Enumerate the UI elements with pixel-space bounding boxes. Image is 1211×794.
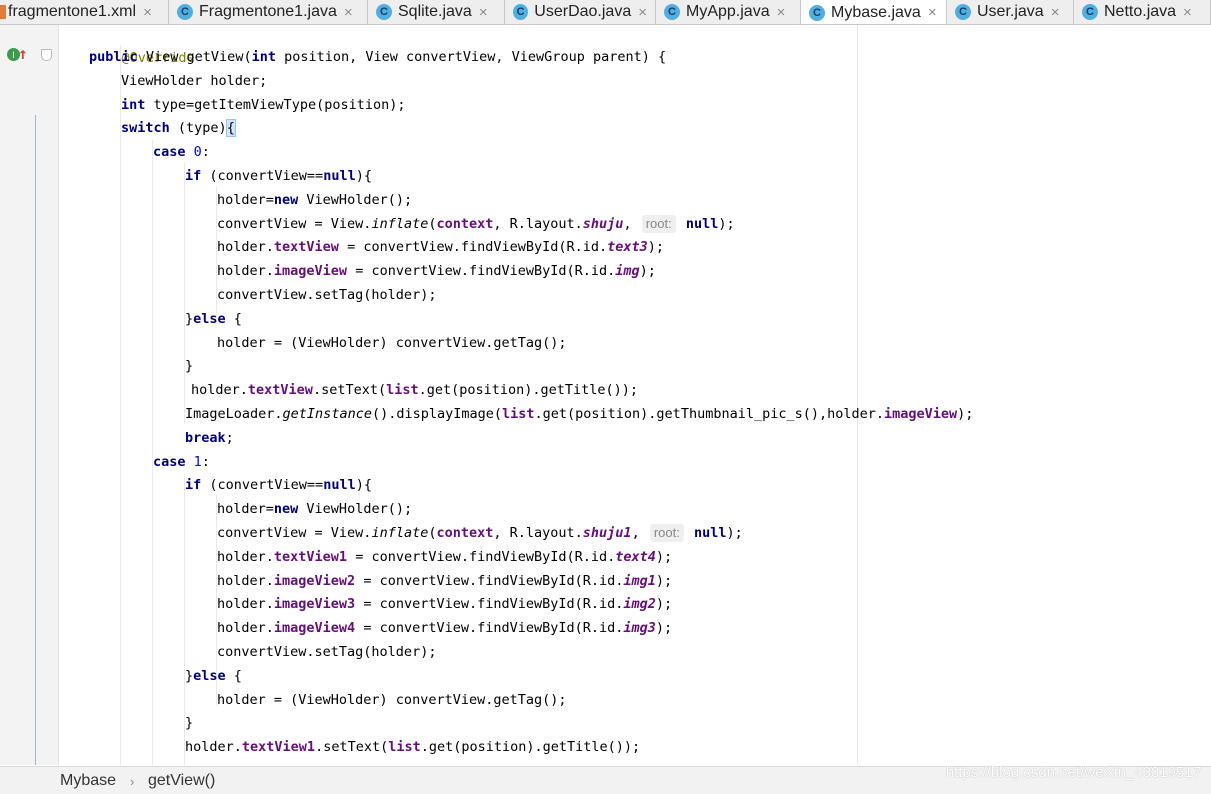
code-line[interactable]: break;: [185, 426, 234, 450]
tab-user-java[interactable]: C User.java ×: [947, 0, 1074, 24]
tab-label: fragmentone1.xml: [8, 3, 137, 20]
parameter-hint: root:: [641, 214, 676, 233]
code-line[interactable]: holder.textView = convertView.findViewBy…: [217, 235, 664, 259]
breadcrumb-separator: ›: [130, 774, 135, 789]
java-class-icon: C: [376, 4, 392, 20]
tab-mybase-java[interactable]: C Mybase.java ×: [801, 0, 947, 24]
code-line[interactable]: convertView.setTag(holder);: [217, 283, 436, 307]
tab-label: User.java: [977, 3, 1044, 20]
close-icon[interactable]: ×: [344, 4, 353, 21]
code-line[interactable]: }: [185, 711, 193, 735]
code-line[interactable]: case 1:: [153, 450, 210, 474]
indent-guide: [184, 163, 185, 423]
code-line[interactable]: holder=new ViewHolder();: [217, 497, 412, 521]
tab-label: UserDao.java: [534, 3, 632, 20]
java-class-icon: C: [177, 4, 193, 20]
code-line[interactable]: ImageLoader.getInstance().displayImage(l…: [185, 402, 973, 426]
code-line[interactable]: if (convertView==null){: [185, 164, 372, 188]
tab-fragmentone1-java[interactable]: C Fragmentone1.java ×: [169, 0, 368, 24]
code-line[interactable]: case 0:: [153, 140, 210, 164]
tab-sqlite-java[interactable]: C Sqlite.java ×: [368, 0, 505, 24]
breadcrumb-method[interactable]: getView(): [148, 772, 215, 790]
code-line[interactable]: holder = (ViewHolder) convertView.getTag…: [217, 688, 567, 712]
close-icon[interactable]: ×: [1051, 4, 1060, 21]
code-line[interactable]: public View getView(int position, View c…: [89, 45, 666, 69]
indent-guide: [120, 45, 121, 765]
close-icon[interactable]: ×: [777, 4, 786, 21]
tab-myapp-java[interactable]: C MyApp.java ×: [656, 0, 801, 24]
tab-fragmentone1-xml[interactable]: fragmentone1.xml ×: [0, 0, 169, 24]
java-class-icon: C: [664, 4, 680, 20]
editor-gutter[interactable]: [0, 25, 59, 765]
fold-method-icon[interactable]: [41, 49, 52, 61]
code-line[interactable]: convertView = View.inflate(context, R.la…: [217, 212, 735, 236]
code-line[interactable]: holder = (ViewHolder) convertView.getTag…: [217, 331, 567, 355]
code-line[interactable]: holder=new ViewHolder();: [217, 188, 412, 212]
breadcrumb-class[interactable]: Mybase: [60, 772, 116, 790]
code-line[interactable]: holder.textView1.setText(list.get(positi…: [185, 735, 640, 759]
close-icon[interactable]: ×: [1183, 4, 1192, 21]
editor-tab-bar: fragmentone1.xml × C Fragmentone1.java ×…: [0, 0, 1211, 25]
code-line[interactable]: holder.imageView3 = convertView.findView…: [217, 592, 672, 616]
java-class-icon: C: [955, 4, 971, 20]
code-line[interactable]: if (convertView==null){: [185, 473, 372, 497]
code-line[interactable]: int type=getItemViewType(position);: [121, 93, 405, 117]
code-line-annotation: @Override: [89, 25, 195, 66]
tab-label: Sqlite.java: [398, 3, 472, 20]
java-class-icon: C: [809, 4, 825, 21]
xml-file-icon: [0, 5, 6, 19]
java-class-icon: C: [513, 4, 529, 20]
tab-label: Mybase.java: [831, 3, 921, 21]
tab-netto-java[interactable]: C Netto.java ×: [1074, 0, 1211, 24]
tab-userdao-java[interactable]: C UserDao.java ×: [505, 0, 656, 24]
code-line[interactable]: ViewHolder holder;: [121, 69, 267, 93]
code-line[interactable]: holder.textView1 = convertView.findViewB…: [217, 545, 672, 569]
code-line[interactable]: convertView.setTag(holder);: [217, 640, 436, 664]
code-line[interactable]: }: [185, 354, 193, 378]
code-line[interactable]: convertView = View.inflate(context, R.la…: [217, 521, 743, 545]
watermark: https://blog.csdn.net/weixin_43819517: [945, 764, 1201, 781]
close-icon[interactable]: ×: [928, 4, 937, 21]
code-line[interactable]: holder.textView.setText(list.get(positio…: [191, 378, 638, 402]
close-icon[interactable]: ×: [479, 4, 488, 21]
java-class-icon: C: [1082, 4, 1098, 20]
close-icon[interactable]: ×: [143, 4, 152, 21]
override-up-arrow-icon[interactable]: ↑: [18, 44, 28, 63]
code-line[interactable]: holder.imageView4 = convertView.findView…: [217, 616, 672, 640]
code-line[interactable]: }else {: [185, 664, 242, 688]
code-line[interactable]: holder.imageView2 = convertView.findView…: [217, 569, 672, 593]
parameter-hint: root:: [649, 524, 684, 542]
tab-label: Netto.java: [1104, 3, 1177, 20]
code-line[interactable]: switch (type){: [121, 116, 236, 140]
tab-label: MyApp.java: [686, 3, 770, 20]
tab-label: Fragmentone1.java: [199, 3, 337, 20]
code-line[interactable]: holder.imageView = convertView.findViewB…: [217, 259, 656, 283]
code-editor[interactable]: @Override public View getView(int positi…: [59, 25, 1211, 765]
code-line[interactable]: }else {: [185, 307, 242, 331]
close-icon[interactable]: ×: [638, 4, 647, 21]
fold-range-line: [35, 115, 36, 765]
